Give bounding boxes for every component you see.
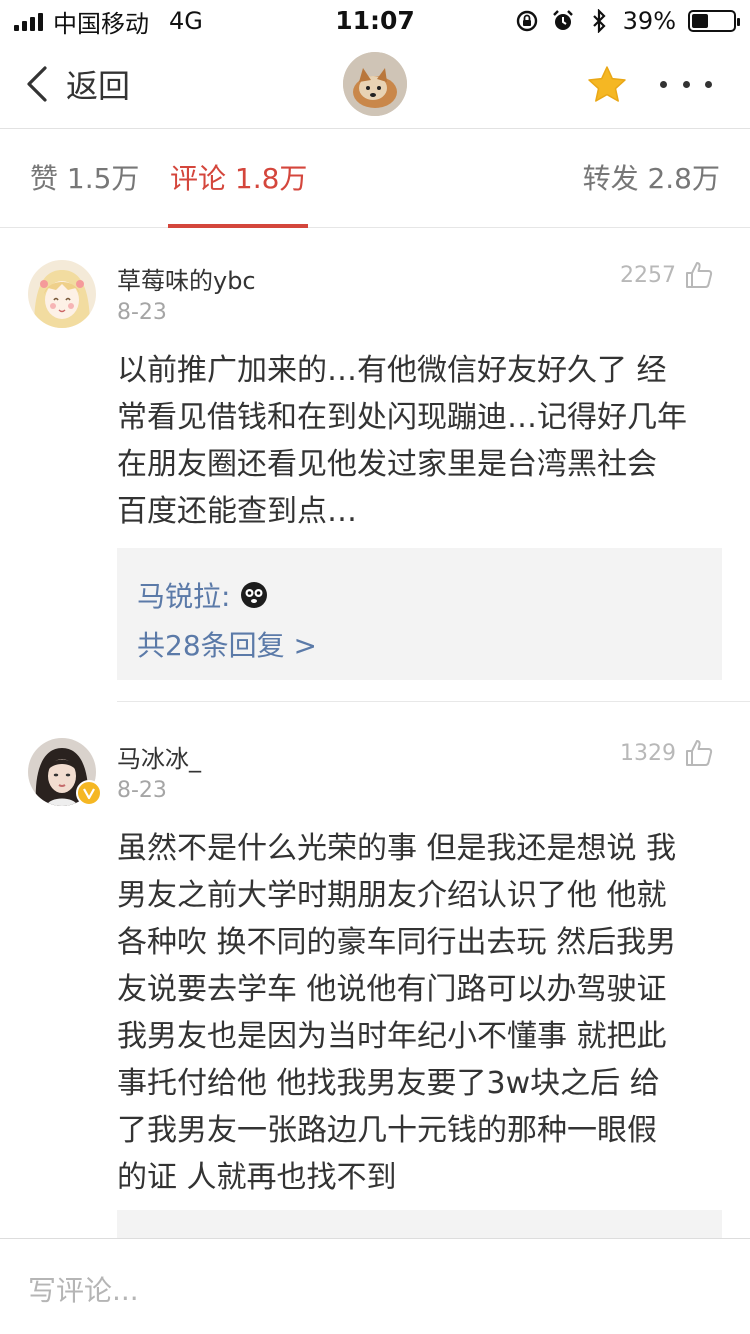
like-button[interactable]: 1329 — [620, 738, 714, 768]
thumbs-up-icon — [686, 262, 713, 288]
tab-comments[interactable]: 评论 1.8万 — [170, 130, 307, 228]
author-avatar[interactable] — [343, 52, 407, 116]
reply-preview[interactable] — [117, 1210, 722, 1238]
avatar[interactable] — [28, 260, 96, 328]
reply-preview[interactable]: 马锐拉: 共28条回复 > — [117, 548, 722, 680]
verified-badge-icon — [76, 780, 102, 806]
like-count: 2257 — [620, 262, 676, 288]
comment-line: 常看见借钱和在到处闪现蹦迪…记得好几年 — [117, 400, 687, 435]
comment-body: 以前推广加来的…有他微信好友好久了 经 常看见借钱和在到处闪现蹦迪…记得好几年 … — [117, 347, 723, 535]
battery-icon — [688, 10, 740, 32]
dot-icon — [660, 80, 667, 88]
status-right: 39% — [515, 6, 740, 36]
rotation-lock-icon — [515, 9, 539, 33]
divider — [117, 701, 750, 702]
more-options-button[interactable] — [660, 76, 712, 92]
comment-line: 我男友也是因为当时年纪小不懂事 就把此 — [117, 1019, 667, 1054]
anime-girl-avatar — [28, 260, 96, 328]
back-button[interactable]: 返回 — [26, 60, 130, 108]
alarm-icon — [551, 9, 575, 33]
nav-bar: 返回 — [0, 40, 750, 129]
comment-item: 草莓味的ybc 8-23 2257 以前推广加来的…有他微信好友好久了 经 常看… — [0, 230, 750, 702]
thumbs-up-icon — [686, 740, 713, 766]
comment-line: 以前推广加来的…有他微信好友好久了 经 — [117, 353, 667, 388]
comment-line: 友说要去学车 他说他有门路可以办驾驶证 — [117, 972, 667, 1007]
tab-likes[interactable]: 赞 1.5万 — [30, 130, 139, 228]
comment-input[interactable]: 写评论... — [28, 1269, 139, 1309]
tab-bar: 赞 1.5万 评论 1.8万 转发 2.8万 — [0, 130, 750, 228]
comment-line: 在朋友圈还看见他发过家里是台湾黑社会 — [117, 447, 657, 482]
active-tab-indicator — [168, 224, 308, 228]
star-icon — [588, 66, 626, 102]
comment-line: 各种吹 换不同的豪车同行出去玩 然后我男 — [117, 925, 677, 960]
comment-compose-bar: 写评论... — [0, 1238, 750, 1334]
emoji-icon — [241, 582, 268, 608]
comment-body: 虽然不是什么光荣的事 但是我还是想说 我 男友之前大学时期朋友介绍认识了他 他就… — [117, 825, 723, 1201]
chevron-left-icon — [27, 66, 47, 102]
comment-line: 百度还能查到点… — [117, 494, 357, 529]
comment-date: 8-23 — [117, 300, 167, 325]
reply-author-line: 马锐拉: — [137, 575, 268, 615]
comment-line: 了我男友一张路边几十元钱的那种一眼假 — [117, 1113, 657, 1148]
comment-line: 男友之前大学时期朋友介绍认识了他 他就 — [117, 878, 667, 913]
comment-item: 马冰冰_ 8-23 1329 虽然不是什么光荣的事 但是我还是想说 我 男友之前… — [0, 708, 750, 1238]
comment-username[interactable]: 草莓味的ybc — [117, 261, 256, 296]
dot-icon — [682, 80, 690, 88]
tab-reposts[interactable]: 转发 2.8万 — [583, 130, 720, 228]
battery-percent: 39% — [622, 7, 676, 35]
reply-author[interactable]: 马锐拉: — [137, 575, 230, 615]
status-bar: 中国移动 4G 11:07 39% — [0, 0, 750, 40]
favorite-button[interactable] — [586, 64, 628, 106]
comment-line: 的证 人就再也找不到 — [117, 1160, 397, 1195]
battery-fill — [692, 14, 708, 28]
bluetooth-icon — [587, 9, 611, 33]
like-count: 1329 — [620, 740, 676, 766]
dog-photo — [343, 52, 407, 116]
back-label: 返回 — [66, 67, 131, 105]
comment-line: 虽然不是什么光荣的事 但是我还是想说 我 — [117, 831, 677, 866]
like-button[interactable]: 2257 — [620, 260, 714, 290]
comment-username[interactable]: 马冰冰_ — [117, 739, 201, 774]
comment-line: 事托付给他 他找我男友要了3w块之后 给 — [117, 1066, 660, 1101]
comment-date: 8-23 — [117, 778, 167, 803]
view-replies-link[interactable]: 共28条回复 > — [137, 624, 317, 664]
dot-icon — [705, 80, 712, 88]
